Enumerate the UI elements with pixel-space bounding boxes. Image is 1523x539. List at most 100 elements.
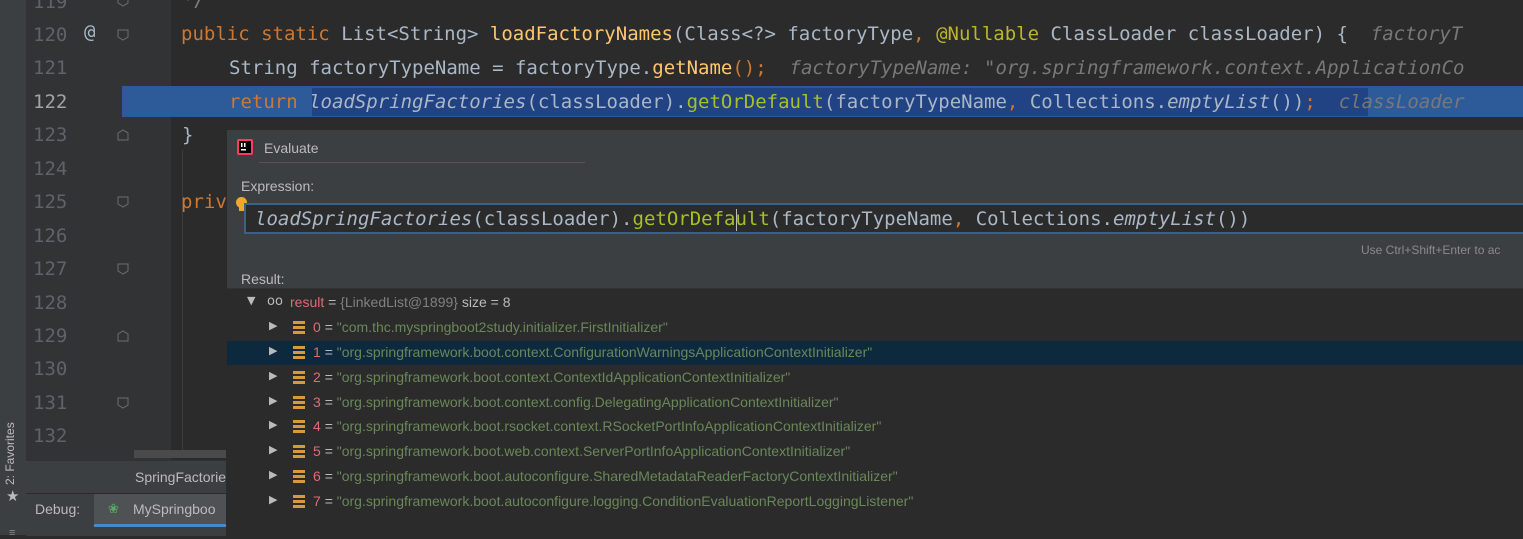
debug-tool-window-bar: Debug: ❀ MySpringboo: [26, 493, 226, 536]
item-value: "org.springframework.boot.web.context.Se…: [336, 443, 851, 459]
code-line-121[interactable]: String factoryTypeName = factoryType.get…: [229, 56, 1464, 81]
line-number: 130: [33, 358, 68, 380]
code-fragment: ()): [1270, 91, 1305, 113]
line-number: 119: [33, 0, 68, 13]
method-call: emptyList: [1167, 91, 1271, 113]
item-index: 3: [313, 394, 321, 410]
line-number: 128: [33, 292, 68, 314]
override-marker-icon[interactable]: @: [84, 21, 95, 43]
list-item[interactable]: ▶ 2 = "org.springframework.boot.context.…: [227, 366, 1523, 390]
expand-arrow-icon[interactable]: ▶: [269, 493, 277, 506]
line-number: 120: [33, 24, 68, 46]
expand-arrow-icon[interactable]: ▶: [269, 319, 277, 332]
line-number: 121: [33, 57, 68, 79]
editor-tab-bar: SpringFactorie: [26, 460, 226, 494]
fold-marker-icon[interactable]: [117, 29, 129, 41]
fold-marker-icon[interactable]: [117, 196, 129, 208]
expand-arrow-icon[interactable]: ▶: [269, 443, 277, 456]
intellij-logo-icon: [237, 139, 253, 155]
method-call: getOrDefault: [686, 91, 824, 113]
list-item[interactable]: ▶ 6 = "org.springframework.boot.autoconf…: [227, 465, 1523, 489]
code-line-123: }: [182, 124, 194, 146]
return-type: List<String>: [341, 23, 479, 45]
item-value: "org.springframework.boot.context.config…: [336, 394, 839, 410]
expression-input[interactable]: loadSpringFactories(classLoader).getOrDe…: [244, 203, 1523, 234]
item-index: 1: [313, 344, 321, 360]
method-call: loadSpringFactories: [309, 91, 527, 113]
line-number: 126: [33, 225, 68, 247]
fold-marker-icon[interactable]: [117, 263, 129, 275]
expand-arrow-icon[interactable]: ▶: [269, 394, 277, 407]
expand-arrow-icon[interactable]: ▶: [269, 344, 277, 357]
list-item[interactable]: ▶ 3 = "org.springframework.boot.context.…: [227, 391, 1523, 415]
list-item[interactable]: ▶ 5 = "org.springframework.boot.web.cont…: [227, 440, 1523, 464]
code-fragment: Collections.: [975, 208, 1113, 230]
item-index: 5: [313, 443, 321, 459]
editor-horizontal-scrollbar[interactable]: [134, 450, 234, 458]
code-fragment: ()): [1215, 208, 1251, 230]
watch-glasses-icon: oo: [267, 294, 283, 309]
expand-arrow-icon[interactable]: ▶: [269, 369, 277, 382]
code-fragment: (factoryTypeName: [823, 91, 1007, 113]
field-icon: [293, 321, 305, 334]
left-tool-strip: 2: Favorites ★ ≡: [0, 0, 27, 539]
line-number: 131: [33, 392, 68, 414]
list-item[interactable]: ▶ 4 = "org.springframework.boot.rsocket.…: [227, 415, 1523, 439]
collapse-arrow-icon[interactable]: ▼: [247, 294, 255, 307]
expand-arrow-icon[interactable]: ▶: [269, 468, 277, 481]
field-icon: [293, 346, 305, 359]
expand-arrow-icon[interactable]: ▶: [269, 418, 277, 431]
title-divider: [259, 162, 585, 163]
item-value: "org.springframework.boot.autoconfigure.…: [336, 493, 914, 509]
debug-label: Debug:: [35, 501, 81, 517]
fold-marker-icon[interactable]: [117, 0, 129, 7]
field-icon: [293, 420, 305, 433]
result-name: result: [290, 294, 325, 310]
keyword: return: [229, 91, 298, 113]
method-call: getOrDefault: [632, 208, 770, 230]
method-call: getName: [652, 57, 733, 79]
semicolon: ;: [1304, 91, 1316, 113]
line-number: 124: [33, 158, 68, 180]
keyword: public: [181, 23, 250, 45]
inline-value-hint: factoryT: [1370, 23, 1463, 45]
item-value: "com.thc.myspringboot2study.initializer.…: [336, 319, 668, 335]
item-value: "org.springframework.boot.rsocket.contex…: [336, 418, 882, 434]
fold-marker-icon[interactable]: [117, 330, 129, 342]
list-item-selected[interactable]: ▶ 1 = "org.springframework.boot.context.…: [227, 341, 1523, 365]
line-number: 129: [33, 325, 68, 347]
fold-marker-icon[interactable]: [117, 129, 129, 141]
fold-marker-icon[interactable]: [117, 397, 129, 409]
code-line-122[interactable]: return loadSpringFactories(classLoader).…: [229, 90, 1465, 115]
text-caret: [736, 209, 737, 231]
field-icon: [293, 445, 305, 458]
debug-session-tab[interactable]: ❀ MySpringboo: [94, 494, 226, 527]
comma: ,: [952, 208, 965, 230]
params: (Class<?> factoryType: [672, 23, 914, 45]
comma: ,: [913, 23, 925, 45]
annotation: @Nullable: [936, 23, 1040, 45]
item-index: 0: [313, 319, 321, 335]
shortcut-hint: Use Ctrl+Shift+Enter to ac: [1361, 243, 1501, 257]
code-line-120[interactable]: public static List<String> loadFactoryNa…: [181, 22, 1462, 47]
code-fragment: Collections.: [1029, 91, 1168, 113]
code-fragment: (factoryTypeName: [769, 208, 953, 230]
code-line-119: */: [182, 0, 205, 11]
params: ClassLoader classLoader) {: [1050, 23, 1348, 45]
field-icon: [293, 396, 305, 409]
item-value: "org.springframework.boot.context.Config…: [336, 344, 873, 360]
list-item[interactable]: ▶ 0 = "com.thc.myspringboot2study.initia…: [227, 316, 1523, 340]
punctuation: ();: [732, 57, 767, 79]
favorites-tool-button[interactable]: 2: Favorites: [3, 422, 17, 485]
expression-label: Expression:: [241, 178, 315, 194]
result-tree[interactable]: ▼ oo result = {LinkedList@1899} size = 8…: [227, 288, 1523, 537]
result-object-id: {LinkedList@1899}: [340, 294, 458, 310]
inline-value-hint: classLoader: [1338, 91, 1465, 113]
result-root-row[interactable]: ▼ oo result = {LinkedList@1899} size = 8: [227, 291, 1523, 315]
field-icon: [293, 371, 305, 384]
declaration: String factoryTypeName = factoryType.: [229, 57, 653, 79]
list-item[interactable]: ▶ 7 = "org.springframework.boot.autoconf…: [227, 490, 1523, 514]
file-tab-label[interactable]: SpringFactorie: [135, 469, 226, 485]
line-number: 123: [33, 124, 68, 146]
line-number-current: 122: [33, 91, 68, 113]
